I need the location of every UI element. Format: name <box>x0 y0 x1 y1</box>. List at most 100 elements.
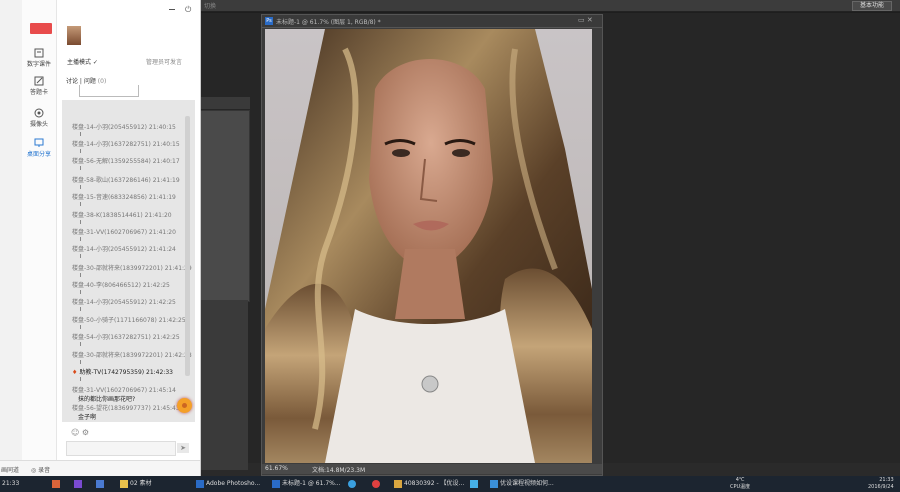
divider <box>80 202 81 206</box>
tab-question[interactable]: 问题 <box>84 78 96 85</box>
list-item: 楼盘-30-邵就将来(1839972201) 21:42:28 <box>72 352 192 359</box>
host-mode-label[interactable]: 主播模式 ✓ <box>67 57 98 66</box>
divider <box>80 185 81 189</box>
nav-camera[interactable]: 摄像头 <box>22 108 56 134</box>
window-controls[interactable]: ▭ ✕ <box>578 16 593 24</box>
doc-size: 文档:14.8M/23.3M <box>312 467 366 474</box>
taskbar-app[interactable] <box>348 477 358 491</box>
nav-answer-card[interactable]: 答题卡 <box>22 76 56 102</box>
panel-header[interactable] <box>200 97 250 109</box>
list-item: 楼盘-40-李(806466512) 21:42:25 <box>72 282 170 289</box>
taskbar-item-video[interactable]: 优设课程视频如何... <box>490 477 554 491</box>
discuss-tabs: 讨论 | 问题 (0) <box>66 78 107 85</box>
divider <box>80 360 81 364</box>
record-button[interactable]: ◎ 录音 <box>31 465 50 474</box>
monitor-icon <box>34 138 44 148</box>
avatar[interactable] <box>67 26 81 45</box>
time-value: 21:33 <box>879 477 894 483</box>
message-list[interactable]: 楼盘-14-小羽(205455912) 21:40:15 楼盘-14-小羽(16… <box>62 100 195 422</box>
taskbar-item-folder[interactable]: 02 素材 <box>120 477 152 491</box>
divider <box>80 237 81 241</box>
discuss-preview <box>79 85 139 97</box>
document-tab[interactable]: Ps 未标题-1 @ 61.7% (图层 1, RGB/8) * ▭ ✕ <box>262 15 602 28</box>
nav-label: 数字课件 <box>26 61 51 68</box>
taskbar-app[interactable] <box>74 477 84 491</box>
taskbar-item-photoshop[interactable]: Adobe Photosho... <box>196 477 260 491</box>
message-input[interactable] <box>66 441 176 456</box>
manage-link[interactable]: 管理员可发言 <box>146 57 182 66</box>
record-dot-icon <box>182 403 187 408</box>
divider <box>80 132 81 136</box>
clock[interactable]: 21:33 2016/9/24 <box>868 477 894 491</box>
divider <box>80 149 81 153</box>
message-text: 助教-TV(1742795359) 21:42:33 <box>79 369 173 376</box>
list-item: 楼盘-14-小羽(1637282751) 21:40:15 <box>72 141 180 148</box>
clock-left: 21:33 <box>2 480 20 487</box>
courseware-icon <box>34 48 44 58</box>
taskbar-label: 优设课程视频如何... <box>500 480 554 487</box>
teacher-badge-icon: ♦ <box>72 369 78 376</box>
list-item: 楼盘-30-邵就将来(1839972201) 21:41:29 <box>72 265 192 272</box>
taskbar-app[interactable] <box>52 477 62 491</box>
list-item: 楼盘-56-望花(1836997737) 21:45:43 <box>72 405 180 412</box>
app-icon <box>74 479 82 488</box>
floating-button[interactable] <box>177 398 192 413</box>
settings-icon[interactable]: ⚙ <box>82 428 89 437</box>
document-title: 未标题-1 @ 61.7% (图层 1, RGB/8) * <box>276 19 381 26</box>
taskbar-app[interactable] <box>96 477 106 491</box>
live-button[interactable] <box>30 23 52 34</box>
list-item: 楼盘-56-无解(1359255584) 21:40:17 <box>72 158 180 165</box>
scrollbar[interactable] <box>185 116 190 376</box>
nav-column: 数字课件 答题卡 摄像头 桌面分享 <box>22 0 57 460</box>
tab-discuss[interactable]: 讨论 <box>66 78 78 85</box>
ps-logo-icon: Ps <box>265 17 273 25</box>
emoji-icon[interactable]: ☺ <box>71 428 79 437</box>
taskbar-label: Adobe Photosho... <box>206 480 261 487</box>
list-item: 楼盘-31-VV(1602706967) 21:41:20 <box>72 229 176 236</box>
divider <box>80 273 81 277</box>
send-button[interactable]: ➤ <box>177 443 189 453</box>
minimize-icon[interactable] <box>169 9 175 10</box>
menu-label[interactable]: 切换 <box>204 1 216 10</box>
portrait-photo[interactable] <box>265 29 592 463</box>
question-count: (0) <box>97 78 107 85</box>
list-item: 楼盘-58-歌山(1637286146) 21:41:19 <box>72 177 180 184</box>
cpu-label: CPU温度 <box>730 484 751 490</box>
app-icon <box>52 479 60 488</box>
workspace-button[interactable]: 基本功能 <box>852 1 892 11</box>
list-item: 楼盘-31-VV(1602706967) 21:45:14 <box>72 387 176 394</box>
divider <box>80 325 81 329</box>
input-toolbar: ☺ ⚙ <box>71 428 89 437</box>
photoshop-menubar <box>200 0 900 12</box>
portrait-image <box>265 29 592 463</box>
taskbar-item-document[interactable]: 未标题-1 @ 61.7%... <box>272 477 341 491</box>
taskbar: 21:33 02 素材 Adobe Photosho... 未标题-1 @ 61… <box>0 476 900 492</box>
zoom-level[interactable]: 61.67% <box>265 465 288 472</box>
taskbar-app[interactable] <box>372 477 382 491</box>
power-icon[interactable]: ⏻ <box>185 5 191 15</box>
list-item: 楼盘-15-音速(683324856) 21:41:19 <box>72 194 176 201</box>
nav-courseware[interactable]: 数字课件 <box>22 48 56 74</box>
edit-icon <box>34 76 44 86</box>
temperature-widget[interactable]: 4℃ CPU温度 <box>730 477 750 491</box>
list-item: 楼盘-14-小羽(205455912) 21:40:15 <box>72 124 176 131</box>
divider <box>80 377 81 381</box>
taskbar-app[interactable] <box>470 477 480 491</box>
record-label: 录音 <box>38 467 51 474</box>
document-window: Ps 未标题-1 @ 61.7% (图层 1, RGB/8) * ▭ ✕ 61.… <box>261 14 603 476</box>
side-panel <box>200 110 250 302</box>
divider <box>80 290 81 294</box>
chat-window: 数字课件 答题卡 摄像头 桌面分享 ⏻ 主播模式 ✓ 管理员可发言 讨论 | 问… <box>0 0 201 477</box>
divider <box>80 342 81 346</box>
side-panel-lower <box>200 300 248 470</box>
app-icon <box>490 479 498 488</box>
nav-label: 答题卡 <box>29 89 48 96</box>
list-item: ♦ 助教-TV(1742795359) 21:42:33 <box>72 367 173 376</box>
taskbar-item-browser[interactable]: 40830392 - 【优设... <box>394 477 464 491</box>
app-icon <box>96 479 104 488</box>
divider <box>80 254 81 258</box>
nav-desktop-share[interactable]: 桌面分享 <box>22 138 56 164</box>
list-item: 楼盘-50-小骑子(1171166078) 21:42:25 <box>72 317 186 324</box>
bottom-left-label[interactable]: 画同道 <box>1 465 19 474</box>
taskbar-label: 02 素材 <box>130 480 152 487</box>
